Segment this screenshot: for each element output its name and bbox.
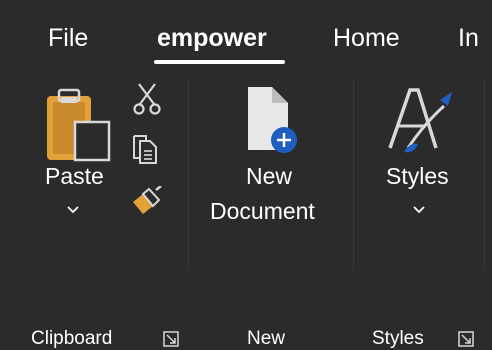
new-document-label-line1[interactable]: New	[246, 163, 292, 190]
tab-insert[interactable]: In	[458, 20, 479, 56]
paste-dropdown-chevron-icon[interactable]	[67, 206, 79, 214]
group-separator	[484, 80, 485, 270]
tab-home[interactable]: Home	[333, 20, 400, 56]
tab-file[interactable]: File	[48, 20, 88, 56]
styles-group: Styles Styles	[354, 76, 492, 349]
styles-button[interactable]	[384, 84, 456, 158]
tab-empower[interactable]: empower	[157, 20, 267, 56]
new-document-icon	[248, 87, 297, 153]
ribbon: File empower Home In Paste Clipboard New…	[0, 0, 492, 349]
clipboard-group-label: Clipboard	[31, 328, 113, 349]
paste-button[interactable]	[44, 88, 116, 168]
new-group-label: New	[247, 328, 286, 349]
new-document-label-line2[interactable]: Document	[210, 198, 315, 225]
ribbon-tabs: File empower Home In	[0, 0, 492, 70]
new-document-button[interactable]	[244, 84, 300, 154]
active-tab-indicator	[154, 60, 285, 64]
styles-dropdown-chevron-icon[interactable]	[413, 206, 425, 214]
copy-icon[interactable]	[131, 132, 159, 166]
styles-icon	[388, 88, 452, 153]
clipboard-dialog-launcher-icon[interactable]	[163, 331, 179, 347]
styles-dialog-launcher-icon[interactable]	[458, 331, 474, 347]
paste-label[interactable]: Paste	[45, 163, 104, 190]
format-painter-icon[interactable]	[129, 186, 163, 218]
cut-icon[interactable]	[133, 82, 161, 116]
styles-group-label: Styles	[372, 328, 424, 349]
styles-label[interactable]: Styles	[386, 163, 449, 190]
new-group: New Document New	[189, 76, 352, 349]
paste-icon	[47, 88, 111, 162]
clipboard-group: Paste Clipboard	[0, 76, 185, 349]
